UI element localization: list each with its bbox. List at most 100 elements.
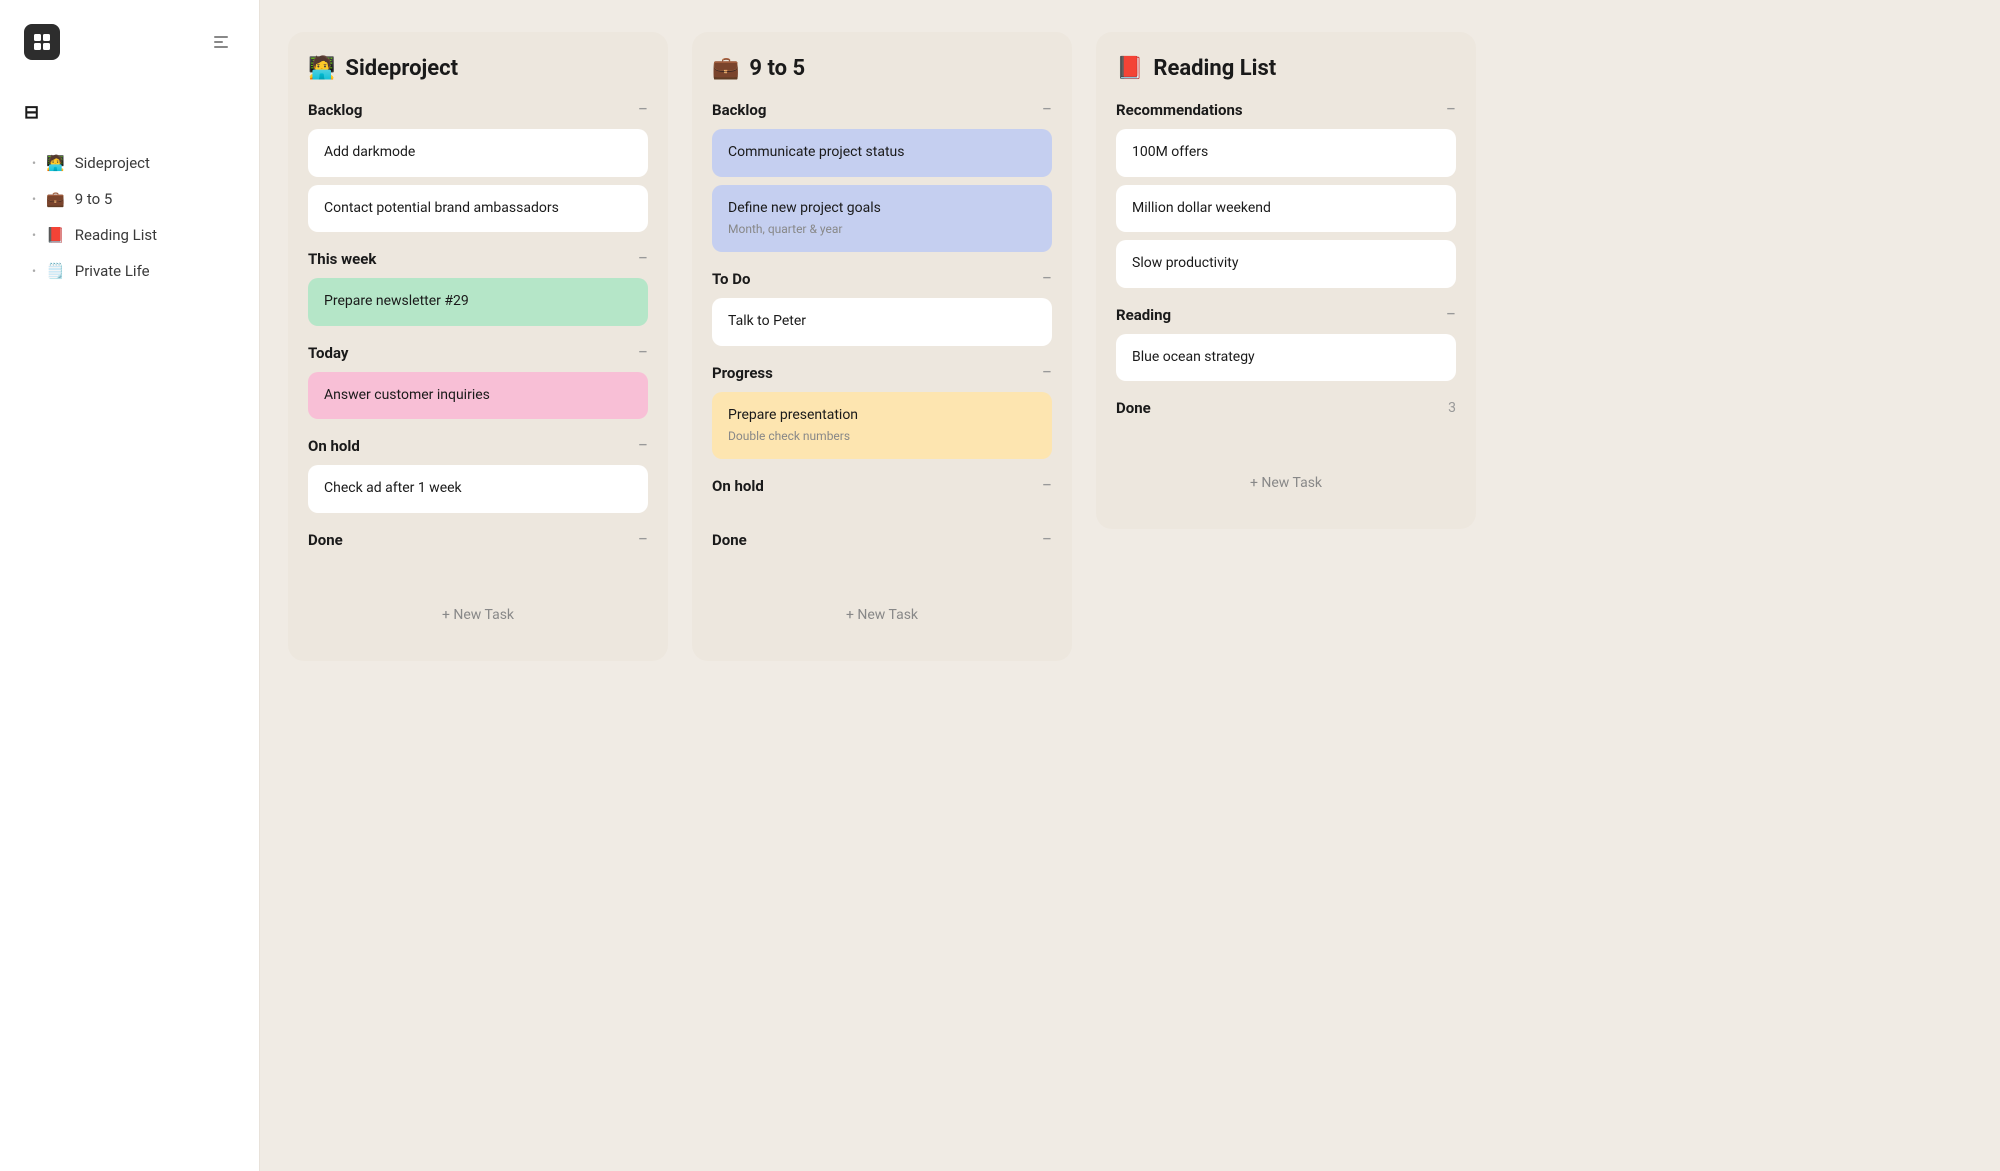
section-title: This week <box>308 250 376 268</box>
task-card-t1[interactable]: Add darkmode <box>308 129 648 177</box>
task-text: Answer customer inquiries <box>324 387 490 403</box>
logo-area <box>0 24 259 92</box>
column-readinglist: 📕 Reading List Recommendations − 100M of… <box>1096 32 1476 529</box>
nav-label: Private Life <box>75 262 150 280</box>
section-title: Backlog <box>712 101 766 119</box>
section-title: Progress <box>712 364 773 382</box>
task-text: Define new project goals <box>728 200 881 216</box>
task-text: Communicate project status <box>728 144 904 160</box>
sidebar-item-privatelife[interactable]: • 🗒️ Private Life <box>0 253 259 289</box>
section-header: Progress − <box>712 364 1052 382</box>
new-task-button-9to5[interactable]: + New Task <box>712 593 1052 637</box>
section-collapse-button[interactable]: − <box>638 531 648 549</box>
section-title: On hold <box>308 437 360 455</box>
column-title: 9 to 5 <box>749 56 805 81</box>
column-sideproject: 🧑‍💻 Sideproject Backlog − Add darkmode Co… <box>288 32 668 661</box>
sidebar-toggle-button[interactable] <box>207 28 235 56</box>
new-task-button-readinglist[interactable]: + New Task <box>1116 461 1456 505</box>
section-collapse-button[interactable]: − <box>1042 364 1052 382</box>
section-header: Reading − <box>1116 306 1456 324</box>
nav-emoji: 🗒️ <box>46 262 65 280</box>
section-title: On hold <box>712 477 764 495</box>
section-header: Done − <box>712 531 1052 549</box>
column-emoji: 💼 <box>712 56 739 81</box>
section-collapse-button[interactable]: − <box>638 437 648 455</box>
main-board: 🧑‍💻 Sideproject Backlog − Add darkmode Co… <box>260 0 2000 1171</box>
task-card-t7[interactable]: Define new project goalsMonth, quarter &… <box>712 185 1052 252</box>
section-header: Done 3 <box>1116 399 1456 417</box>
task-card-t11[interactable]: Million dollar weekend <box>1116 185 1456 233</box>
nav-emoji: 📕 <box>46 226 65 244</box>
sidebar-item-9to5[interactable]: • 💼 9 to 5 <box>0 181 259 217</box>
task-card-t6[interactable]: Communicate project status <box>712 129 1052 177</box>
section-collapse-button[interactable]: − <box>638 250 648 268</box>
task-card-t3[interactable]: Prepare newsletter #29 <box>308 278 648 326</box>
column-header-readinglist: 📕 Reading List <box>1116 56 1456 81</box>
empty-section-spacer <box>712 559 1052 567</box>
task-card-t12[interactable]: Slow productivity <box>1116 240 1456 288</box>
section-collapse-button[interactable]: − <box>1446 306 1456 324</box>
new-task-label: + New Task <box>846 607 918 623</box>
section-on-hold-sideproject: On hold − Check ad after 1 week <box>308 437 648 513</box>
task-card-t9[interactable]: Prepare presentationDouble check numbers <box>712 392 1052 459</box>
task-text: Prepare presentation <box>728 407 858 423</box>
empty-section-spacer <box>308 559 648 567</box>
column-emoji: 🧑‍💻 <box>308 56 335 81</box>
task-card-t13[interactable]: Blue ocean strategy <box>1116 334 1456 382</box>
task-text: Contact potential brand ambassadors <box>324 200 559 216</box>
task-card-t2[interactable]: Contact potential brand ambassadors <box>308 185 648 233</box>
task-card-t8[interactable]: Talk to Peter <box>712 298 1052 346</box>
section-title: Done <box>308 531 343 549</box>
section-backlog-9to5: Backlog − Communicate project status Defi… <box>712 101 1052 252</box>
section-title: Backlog <box>308 101 362 119</box>
masterboard-icon: ⊟ <box>24 102 39 123</box>
task-text: Blue ocean strategy <box>1132 349 1255 365</box>
section-title: Done <box>712 531 747 549</box>
section-done-readinglist: Done 3 <box>1116 399 1456 435</box>
section-reading-readinglist: Reading − Blue ocean strategy <box>1116 306 1456 382</box>
section-header: Recommendations − <box>1116 101 1456 119</box>
column-9to5: 💼 9 to 5 Backlog − Communicate project s… <box>692 32 1072 661</box>
section-today-sideproject: Today − Answer customer inquiries <box>308 344 648 420</box>
masterboard-nav-item[interactable]: ⊟ <box>0 92 259 133</box>
task-card-t5[interactable]: Check ad after 1 week <box>308 465 648 513</box>
sidebar-item-sideproject[interactable]: • 🧑‍💻 Sideproject <box>0 145 259 181</box>
section-collapse-button[interactable]: − <box>1042 101 1052 119</box>
section-collapse-button[interactable]: − <box>1042 531 1052 549</box>
nav-bullet: • <box>32 264 36 278</box>
task-text: Million dollar weekend <box>1132 200 1271 216</box>
section-header: On hold − <box>712 477 1052 495</box>
section-count: 3 <box>1448 400 1456 416</box>
section-title: Done <box>1116 399 1151 417</box>
nav-label: Sideproject <box>75 154 150 172</box>
sidebar-nav: • 🧑‍💻 Sideproject • 💼 9 to 5 • 📕 Reading… <box>0 145 259 289</box>
column-emoji: 📕 <box>1116 56 1143 81</box>
section-collapse-button[interactable]: − <box>638 344 648 362</box>
section-collapse-button[interactable]: − <box>1446 101 1456 119</box>
sidebar-item-readinglist[interactable]: • 📕 Reading List <box>0 217 259 253</box>
nav-bullet: • <box>32 228 36 242</box>
new-task-label: + New Task <box>1250 475 1322 491</box>
section-title: Reading <box>1116 306 1171 324</box>
section-recommendations-readinglist: Recommendations − 100M offers Million dol… <box>1116 101 1456 288</box>
section-done-9to5: Done − <box>712 531 1052 567</box>
task-text: Prepare newsletter #29 <box>324 293 469 309</box>
app-logo-icon <box>24 24 60 60</box>
task-text: 100M offers <box>1132 144 1208 160</box>
section-collapse-button[interactable]: − <box>638 101 648 119</box>
section-on-hold-9to5: On hold − <box>712 477 1052 513</box>
new-task-button-sideproject[interactable]: + New Task <box>308 593 648 637</box>
nav-label: 9 to 5 <box>75 190 113 208</box>
empty-section-spacer <box>1116 427 1456 435</box>
task-card-t10[interactable]: 100M offers <box>1116 129 1456 177</box>
nav-emoji: 💼 <box>46 190 65 208</box>
section-collapse-button[interactable]: − <box>1042 477 1052 495</box>
section-title: Today <box>308 344 348 362</box>
column-title: Sideproject <box>345 56 458 81</box>
section-this-week-sideproject: This week − Prepare newsletter #29 <box>308 250 648 326</box>
section-header: Backlog − <box>308 101 648 119</box>
section-header: On hold − <box>308 437 648 455</box>
section-collapse-button[interactable]: − <box>1042 270 1052 288</box>
section-backlog-sideproject: Backlog − Add darkmode Contact potential … <box>308 101 648 232</box>
task-card-t4[interactable]: Answer customer inquiries <box>308 372 648 420</box>
